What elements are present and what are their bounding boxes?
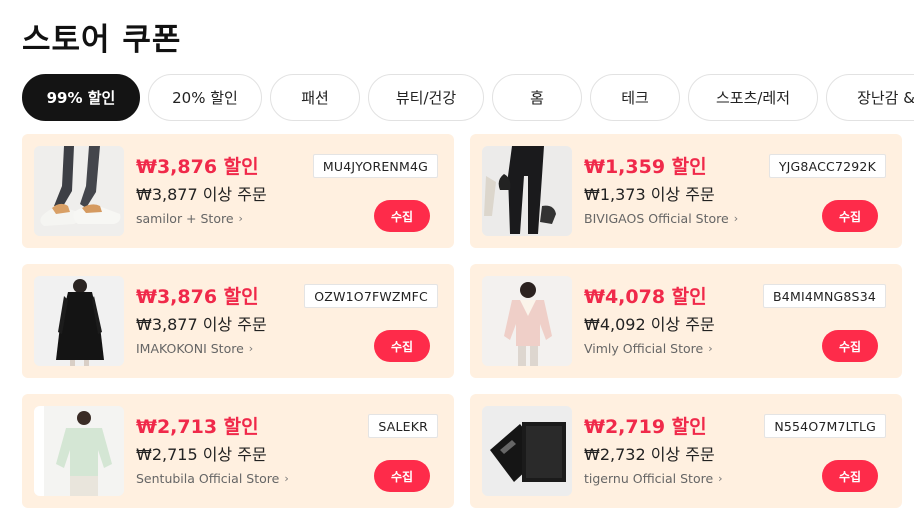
store-name: Sentubila Official Store	[136, 471, 280, 486]
minimum-order: ₩2,732 이상 주문	[584, 445, 715, 464]
store-name: Vimly Official Store	[584, 341, 704, 356]
product-image-leggings	[482, 146, 572, 236]
product-image-wallet	[482, 406, 572, 496]
coupon-card[interactable]: ₩2,719 할인 ₩2,732 이상 주문 tigernu Official …	[470, 394, 902, 508]
coupon-code: YJG8ACC7292K	[768, 154, 886, 178]
chevron-right-icon: ›	[238, 212, 243, 225]
discount-amount: ₩3,876 할인	[136, 286, 259, 308]
collect-button[interactable]: 수집	[374, 460, 430, 492]
store-name: tigernu Official Store	[584, 471, 714, 486]
tab-beauty-health[interactable]: 뷰티/건강	[368, 74, 484, 121]
chevron-right-icon: ›	[248, 342, 254, 355]
minimum-order: ₩3,877 이상 주문	[136, 185, 267, 204]
coupon-card[interactable]: ₩4,078 할인 ₩4,092 이상 주문 Vimly Official St…	[470, 264, 902, 378]
coupon-code: OZW1O7FWZMFC	[304, 284, 438, 308]
chevron-right-icon: ›	[733, 212, 739, 225]
tab-fashion[interactable]: 패션	[270, 74, 360, 121]
coupon-code: N554O7M7LTLG	[764, 414, 886, 438]
chevron-right-icon: ›	[718, 472, 723, 485]
coupon-code: SALEKR	[368, 414, 438, 438]
store-link[interactable]: Sentubila Official Store ›	[136, 471, 289, 486]
store-name: BIVIGAOS Official Store	[584, 211, 729, 226]
minimum-order: ₩1,373 이상 주문	[584, 185, 715, 204]
collect-button[interactable]: 수집	[374, 200, 430, 232]
chevron-right-icon: ›	[708, 342, 713, 355]
tab-tech[interactable]: 테크	[590, 74, 680, 121]
minimum-order: ₩3,877 이상 주문	[136, 315, 267, 334]
discount-amount: ₩2,719 할인	[584, 416, 707, 438]
store-link[interactable]: Vimly Official Store ›	[584, 341, 713, 356]
coupon-card[interactable]: ₩2,713 할인 ₩2,715 이상 주문 Sentubila Officia…	[22, 394, 454, 508]
store-link[interactable]: tigernu Official Store ›	[584, 471, 723, 486]
tab-99-discount[interactable]: 99% 할인	[22, 74, 140, 121]
store-link[interactable]: IMAKOKONI Store ›	[136, 341, 253, 356]
tab-20-discount[interactable]: 20% 할인	[148, 74, 262, 121]
coupon-card[interactable]: ₩3,876 할인 ₩3,877 이상 주문 samilor + Store › …	[22, 134, 454, 248]
coupon-card[interactable]: ₩3,876 할인 ₩3,877 이상 주문 IMAKOKONI Store › …	[22, 264, 454, 378]
coupon-card[interactable]: ₩1,359 할인 ₩1,373 이상 주문 BIVIGAOS Official…	[470, 134, 902, 248]
tab-home[interactable]: 홈	[492, 74, 582, 121]
tab-sports-leisure[interactable]: 스포츠/레저	[688, 74, 818, 121]
product-image-pink-jacket	[482, 276, 572, 366]
collect-button[interactable]: 수집	[374, 330, 430, 362]
collect-button[interactable]: 수집	[822, 200, 878, 232]
discount-amount: ₩2,713 할인	[136, 416, 259, 438]
minimum-order: ₩4,092 이상 주문	[584, 315, 715, 334]
discount-amount: ₩4,078 할인	[584, 286, 707, 308]
discount-amount: ₩1,359 할인	[584, 156, 707, 178]
minimum-order: ₩2,715 이상 주문	[136, 445, 267, 464]
tab-toys[interactable]: 장난감 &	[826, 74, 914, 121]
store-link[interactable]: BIVIGAOS Official Store ›	[584, 211, 738, 226]
store-name: IMAKOKONI Store	[136, 341, 244, 356]
store-name: samilor + Store	[136, 211, 234, 226]
chevron-right-icon: ›	[284, 472, 289, 485]
collect-button[interactable]: 수집	[822, 460, 878, 492]
product-image-slippers	[34, 146, 124, 236]
category-tabs: 99% 할인 20% 할인 패션 뷰티/건강 홈 테크 스포츠/레저 장난감 &	[22, 74, 914, 122]
store-link[interactable]: samilor + Store ›	[136, 211, 243, 226]
discount-amount: ₩3,876 할인	[136, 156, 259, 178]
product-image-sweatshirt	[34, 406, 124, 496]
coupon-code: B4MI4MNG8S34	[763, 284, 886, 308]
collect-button[interactable]: 수집	[822, 330, 878, 362]
product-image-black-coat	[34, 276, 124, 366]
page-title: 스토어 쿠폰	[22, 22, 182, 58]
coupon-code: MU4JYORENM4G	[312, 154, 438, 178]
